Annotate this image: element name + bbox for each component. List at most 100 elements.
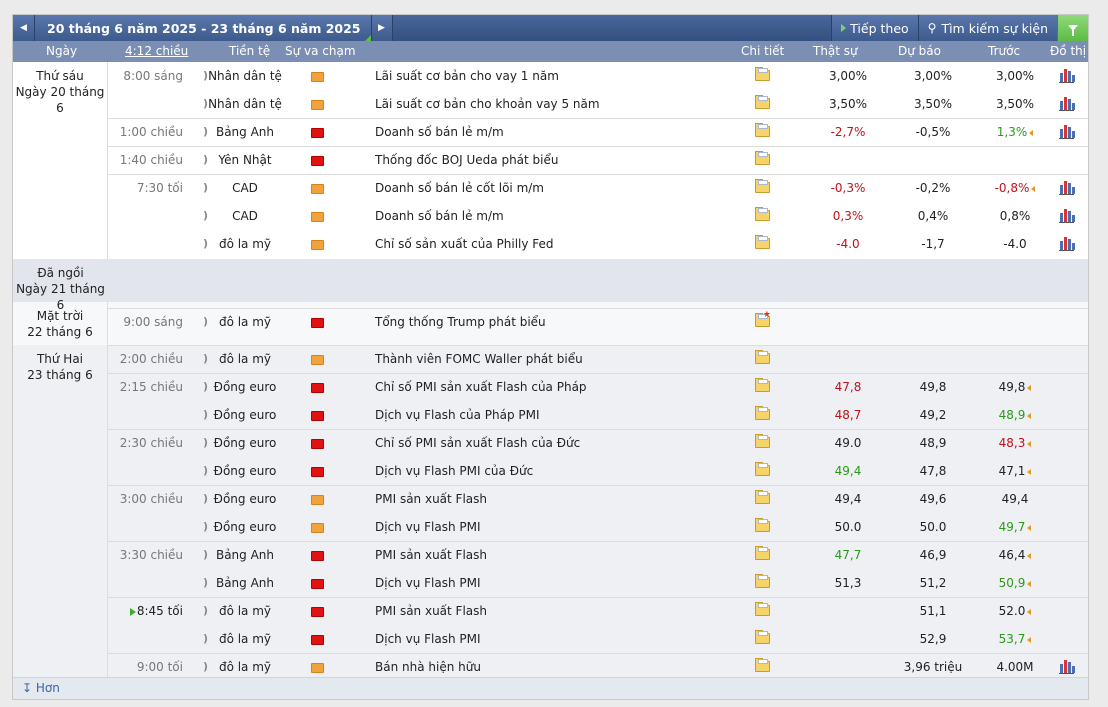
high-impact-icon: [311, 439, 324, 449]
table-row[interactable]: ) đô la mỹ Chỉ số sản xuất của Philly Fed -…: [108, 230, 1088, 258]
event-actual: 49.0: [834, 436, 862, 450]
col-time[interactable]: 4:12 chiều: [125, 44, 188, 58]
event-previous: 49,8: [975, 380, 1055, 394]
col-impact[interactable]: Sự va chạm: [285, 44, 356, 58]
search-events-label: Tìm kiếm sự kiện: [941, 20, 1048, 36]
detail-folder-icon[interactable]: [755, 546, 770, 560]
search-events-button[interactable]: ⚲ Tìm kiếm sự kiện: [917, 15, 1057, 41]
table-row[interactable]: 9:00 sáng) đô la mỹ Tổng thống Trump phát …: [108, 308, 1088, 336]
bar-chart-icon[interactable]: [1059, 659, 1075, 674]
table-row[interactable]: 3:00 chiều) Đồng euro PMI sản xuất Flash 49…: [108, 485, 1088, 513]
event-currency: đô la mỹ: [218, 604, 272, 618]
event-name[interactable]: Lãi suất cơ bản cho khoản vay 5 năm: [375, 97, 600, 111]
high-impact-icon: [311, 128, 324, 138]
bar-chart-icon[interactable]: [1059, 180, 1075, 195]
event-currency: Yên Nhật: [218, 153, 272, 167]
event-name[interactable]: Chỉ số sản xuất của Philly Fed: [375, 237, 554, 251]
bar-chart-icon[interactable]: [1059, 68, 1075, 83]
event-actual: 49,4: [834, 464, 862, 478]
table-row[interactable]: ) Nhân dân tệ Lãi suất cơ bản cho khoản va…: [108, 90, 1088, 118]
event-name[interactable]: PMI sản xuất Flash: [375, 604, 487, 618]
event-name[interactable]: Doanh số bán lẻ m/m: [375, 125, 504, 139]
table-row[interactable]: 8:45 tối) đô la mỹ PMI sản xuất Flash 51,1 5…: [108, 597, 1088, 625]
col-actual[interactable]: Thật sự: [813, 44, 858, 58]
table-row[interactable]: ) đô la mỹ Dịch vụ Flash PMI 52,9 53,7: [108, 625, 1088, 653]
filter-button[interactable]: [1057, 15, 1088, 41]
event-forecast: 48,9: [919, 436, 947, 450]
table-row[interactable]: 1:40 chiều) Yên Nhật Thống đốc BOJ Ueda ph…: [108, 146, 1088, 174]
detail-folder-icon[interactable]: [755, 630, 770, 644]
event-name[interactable]: Chỉ số PMI sản xuất Flash của Đức: [375, 436, 580, 450]
detail-folder-icon[interactable]: [755, 574, 770, 588]
detail-folder-icon[interactable]: [755, 67, 770, 81]
event-name[interactable]: PMI sản xuất Flash: [375, 548, 487, 562]
col-detail[interactable]: Chi tiết: [741, 44, 784, 58]
next-event-button[interactable]: Tiếp theo: [831, 15, 918, 41]
detail-folder-icon[interactable]: [755, 462, 770, 476]
next-week-button[interactable]: ▶: [370, 15, 393, 41]
event-name[interactable]: Dịch vụ Flash PMI: [375, 632, 481, 646]
medium-impact-icon: [311, 240, 324, 250]
event-name[interactable]: PMI sản xuất Flash: [375, 492, 487, 506]
event-name[interactable]: Thành viên FOMC Waller phát biểu: [375, 352, 583, 366]
detail-folder-icon[interactable]: [755, 151, 770, 165]
medium-impact-icon: [311, 212, 324, 222]
bar-chart-icon[interactable]: [1059, 124, 1075, 139]
bar-chart-icon[interactable]: [1059, 208, 1075, 223]
detail-folder-icon[interactable]: [755, 490, 770, 504]
table-row[interactable]: 1:00 chiều) Bảng Anh Doanh số bán lẻ m/m -2…: [108, 118, 1088, 146]
table-row[interactable]: 2:00 chiều) đô la mỹ Thành viên FOMC Walle…: [108, 345, 1088, 373]
detail-folder-icon[interactable]: [755, 406, 770, 420]
event-name[interactable]: Lãi suất cơ bản cho vay 1 năm: [375, 69, 559, 83]
revised-marker-icon: [1027, 412, 1032, 419]
detail-folder-icon[interactable]: [755, 95, 770, 109]
detail-folder-icon[interactable]: [755, 518, 770, 532]
event-name[interactable]: Bán nhà hiện hữu: [375, 660, 481, 674]
event-name[interactable]: Doanh số bán lẻ cốt lõi m/m: [375, 181, 544, 195]
event-currency: Đồng euro: [213, 520, 277, 534]
detail-folder-icon[interactable]: [755, 602, 770, 616]
table-row[interactable]: ) Đồng euro Dịch vụ Flash PMI của Đức 49,4 4…: [108, 457, 1088, 485]
detail-folder-icon[interactable]: [755, 179, 770, 193]
table-row[interactable]: 2:30 chiều) Đồng euro Chỉ số PMI sản xuất …: [108, 429, 1088, 457]
table-row[interactable]: 8:00 sáng) Nhân dân tệ Lãi suất cơ bản cho…: [108, 62, 1088, 90]
event-name[interactable]: Dịch vụ Flash PMI: [375, 576, 481, 590]
table-row[interactable]: ) Đồng euro Dịch vụ Flash của Pháp PMI 48,7…: [108, 401, 1088, 429]
detail-folder-icon[interactable]: ★: [755, 311, 771, 327]
col-previous[interactable]: Trước: [988, 44, 1020, 58]
event-name[interactable]: Dịch vụ Flash của Pháp PMI: [375, 408, 540, 422]
detail-folder-icon[interactable]: [755, 123, 770, 137]
table-row[interactable]: 2:15 chiều) Đồng euro Chỉ số PMI sản xuất …: [108, 373, 1088, 401]
col-day[interactable]: Ngày: [46, 44, 77, 58]
detail-folder-icon[interactable]: [755, 350, 770, 364]
detail-folder-icon[interactable]: [755, 434, 770, 448]
col-forecast[interactable]: Dự báo: [898, 44, 941, 58]
col-currency[interactable]: Tiền tệ: [229, 44, 270, 58]
table-row[interactable]: ) Bảng Anh Dịch vụ Flash PMI 51,3 51,2 50,9: [108, 569, 1088, 597]
table-row[interactable]: ) CAD Doanh số bán lẻ m/m 0,3% 0,4% 0,8%: [108, 202, 1088, 230]
detail-folder-icon[interactable]: [755, 235, 770, 249]
table-row[interactable]: 3:30 chiều) Bảng Anh PMI sản xuất Flash 47,…: [108, 541, 1088, 569]
bar-chart-icon[interactable]: [1059, 236, 1075, 251]
bar-chart-icon[interactable]: [1059, 96, 1075, 111]
table-row[interactable]: ) Đồng euro Dịch vụ Flash PMI 50.0 50.0 49,7: [108, 513, 1088, 541]
event-name[interactable]: Tổng thống Trump phát biểu: [375, 315, 546, 329]
detail-folder-icon[interactable]: [755, 658, 770, 672]
detail-folder-icon[interactable]: [755, 378, 770, 392]
event-previous-value: 52.0: [998, 604, 1026, 618]
event-name[interactable]: Dịch vụ Flash PMI của Đức: [375, 464, 533, 478]
event-name[interactable]: Thống đốc BOJ Ueda phát biểu: [375, 153, 559, 167]
event-previous: 49,7: [975, 520, 1055, 534]
more-link[interactable]: ↧ Hơn: [22, 681, 60, 695]
event-name[interactable]: Dịch vụ Flash PMI: [375, 520, 481, 534]
day-date: 23 tháng 6: [27, 368, 93, 382]
table-row[interactable]: 7:30 tối) CAD Doanh số bán lẻ cốt lõi m/m -…: [108, 174, 1088, 202]
date-range[interactable]: 20 tháng 6 năm 2025 - 23 tháng 6 năm 202…: [35, 15, 371, 41]
event-name[interactable]: Doanh số bán lẻ m/m: [375, 209, 504, 223]
event-actual: 48,7: [834, 408, 862, 422]
previous-week-button[interactable]: ◀: [13, 15, 35, 41]
col-graph[interactable]: Đồ thị: [1050, 44, 1086, 58]
detail-folder-icon[interactable]: [755, 207, 770, 221]
event-actual: 3,50%: [828, 97, 868, 111]
event-name[interactable]: Chỉ số PMI sản xuất Flash của Pháp: [375, 380, 587, 394]
